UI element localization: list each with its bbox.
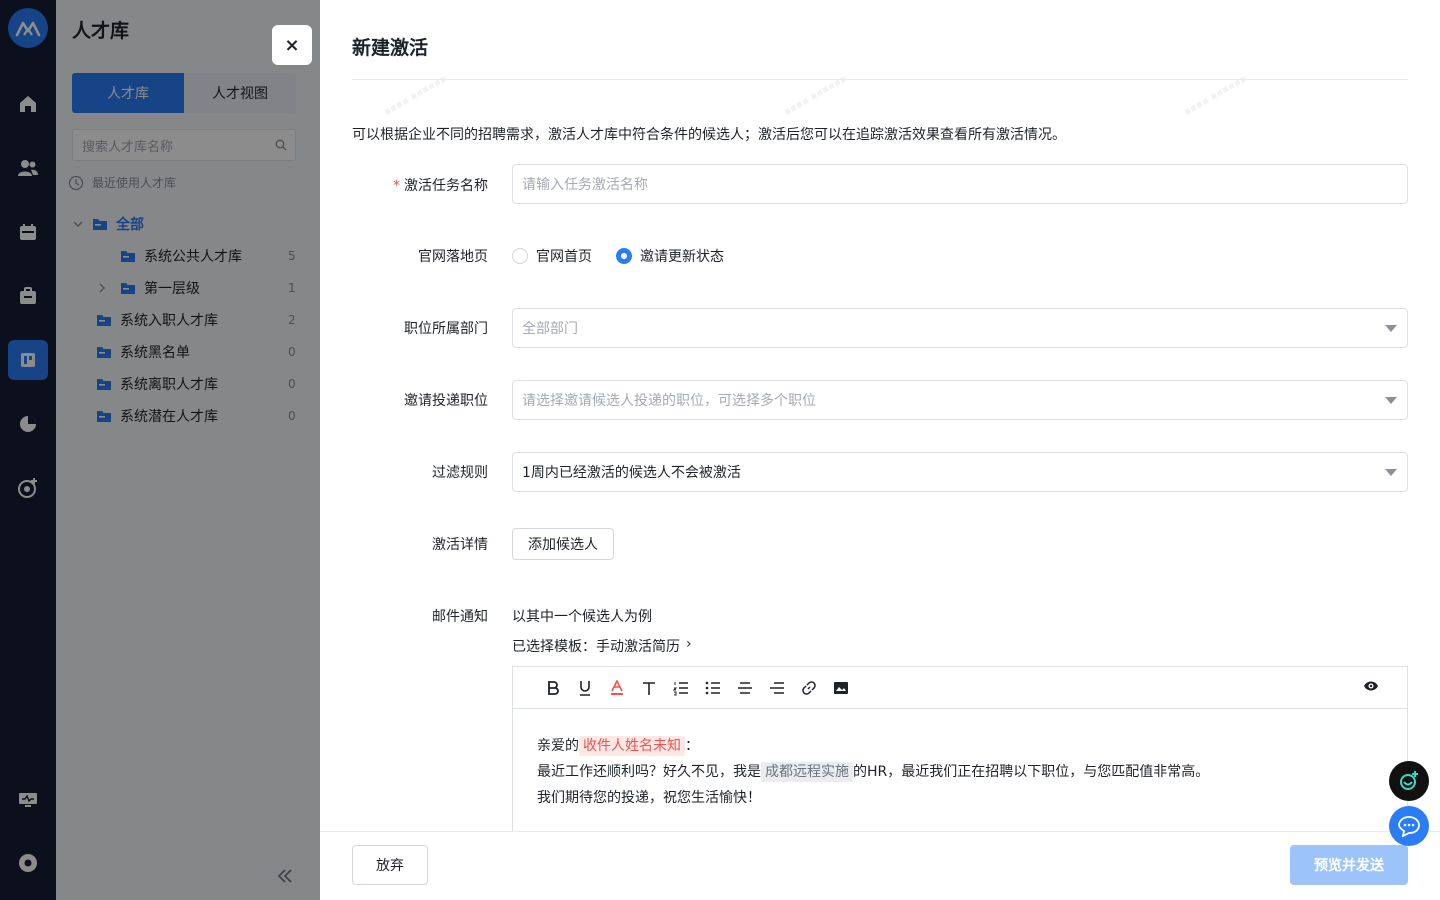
- radio-checked-icon[interactable]: [616, 248, 632, 264]
- radio-unchecked-icon[interactable]: [512, 248, 528, 264]
- template-text: 已选择模板：手动激活简历: [512, 639, 680, 655]
- modal-overlay[interactable]: [0, 0, 320, 900]
- font-color-icon[interactable]: [601, 672, 633, 704]
- divider: [352, 79, 1408, 80]
- preview-send-button[interactable]: 预览并发送: [1290, 845, 1408, 885]
- caret-down-icon: [1385, 325, 1397, 332]
- department-select[interactable]: 全部部门: [512, 308, 1408, 348]
- task-name-label: * 激活任务名称: [393, 178, 488, 194]
- department-label: 职位所属部门: [404, 321, 488, 337]
- email-line-2: 最近工作还顺利吗？好久不见，我是 成都远程实施 的HR，最近我们正在招聘以下职位，与…: [537, 762, 1210, 782]
- eye-icon[interactable]: [1363, 680, 1379, 692]
- new-activation-drawer: ▪▪▪▪ ▪▪▪▪▪▪ ▪▪▪▪ ▪▪▪▪▪▪ ▪▪▪▪ ▪▪▪▪▪▪ 新建激活…: [320, 0, 1440, 900]
- close-drawer-button[interactable]: ×: [272, 25, 312, 65]
- recipient-name-tag[interactable]: 收件人姓名未知: [579, 736, 685, 756]
- landing-page-label: 官网落地页: [418, 249, 488, 265]
- align-center-icon[interactable]: [729, 672, 761, 704]
- positions-select[interactable]: 请选择邀请候选人投递的职位，可选择多个职位: [512, 380, 1408, 420]
- company-name-tag[interactable]: 成都远程实施: [761, 762, 853, 782]
- email-editor[interactable]: 亲爱的 收件人姓名未知： 最近工作还顺利吗？好久不见，我是 成都远程实施 的HR，最近…: [512, 666, 1408, 846]
- ordered-list-icon[interactable]: [665, 672, 697, 704]
- image-icon[interactable]: [825, 672, 857, 704]
- caret-down-icon: [1385, 397, 1397, 404]
- align-right-icon[interactable]: [761, 672, 793, 704]
- chat-support-icon[interactable]: [1389, 806, 1429, 846]
- add-candidate-button[interactable]: 添加候选人: [512, 528, 614, 560]
- drawer-footer: 放弃 预览并发送: [320, 831, 1440, 900]
- required-mark: *: [393, 178, 400, 194]
- editor-toolbar: [513, 667, 1407, 709]
- chevron-right-icon: ›: [686, 636, 692, 652]
- landing-page-radios: 官网首页 邀请更新状态: [512, 246, 748, 266]
- activation-details-label: 激活详情: [432, 537, 488, 553]
- caret-down-icon: [1385, 469, 1397, 476]
- ai-assistant-icon[interactable]: [1389, 761, 1429, 801]
- drawer-title: 新建激活: [352, 37, 429, 59]
- template-selector[interactable]: 已选择模板：手动激活简历 ›: [512, 636, 692, 656]
- email-line-1: 亲爱的 收件人姓名未知：: [537, 736, 699, 756]
- positions-label: 邀请投递职位: [404, 393, 488, 409]
- filter-rule-select[interactable]: 1周内已经激活的候选人不会被激活: [512, 452, 1408, 492]
- radio-official-home[interactable]: 官网首页: [512, 246, 592, 266]
- bullet-list-icon[interactable]: [697, 672, 729, 704]
- link-icon[interactable]: [793, 672, 825, 704]
- drawer-description: 可以根据企业不同的招聘需求，激活人才库中符合条件的候选人；激活后您可以在追踪激活…: [352, 127, 1066, 143]
- bold-icon[interactable]: [537, 672, 569, 704]
- discard-button[interactable]: 放弃: [352, 845, 428, 885]
- email-notice-label: 邮件通知: [432, 609, 488, 625]
- editor-body[interactable]: 亲爱的 收件人姓名未知： 最近工作还顺利吗？好久不见，我是 成都远程实施 的HR，最近…: [513, 709, 1407, 811]
- email-line-3: 我们期待您的投递，祝您生活愉快！: [537, 790, 761, 806]
- underline-icon[interactable]: [569, 672, 601, 704]
- radio-invite-update[interactable]: 邀请更新状态: [616, 246, 724, 266]
- text-size-icon[interactable]: [633, 672, 665, 704]
- task-name-input[interactable]: 请输入任务激活名称: [512, 164, 1408, 204]
- email-example-text: 以其中一个候选人为例: [512, 609, 652, 625]
- filter-rule-label: 过滤规则: [432, 465, 488, 481]
